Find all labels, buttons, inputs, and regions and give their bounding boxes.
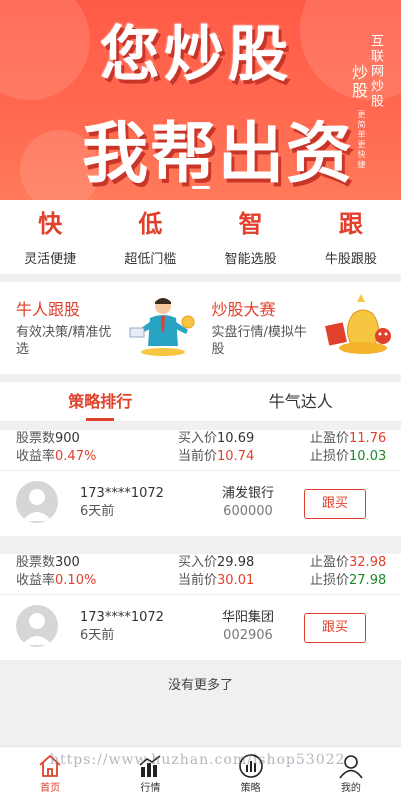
label: 止损价 [310, 449, 350, 464]
label: 股票数 [16, 431, 56, 446]
promo-card-follow-expert[interactable]: 牛人跟股 有效决策/精准优选 [0, 282, 206, 374]
feature-item: 智 智能选股 [201, 200, 301, 274]
label: 股票数 [16, 555, 56, 570]
record-col-mid: 买入价10.69 当前价10.74 [178, 430, 254, 466]
user-info: 173****1072 6天前 [80, 609, 164, 645]
avatar [16, 605, 58, 647]
feature-keyword: 跟 [338, 210, 363, 238]
record-col-right: 止盈价11.76 止损价10.03 [310, 430, 386, 466]
record-col-mid: 买入价29.98 当前价30.01 [178, 554, 254, 590]
stock-name: 浦发银行 [221, 486, 274, 501]
nav-label: 首页 [40, 783, 61, 794]
stock-name: 华阳集团 [221, 610, 274, 625]
label: 止损价 [310, 573, 350, 588]
user-phone: 173****1072 [80, 486, 164, 501]
nav-label: 策略 [240, 783, 261, 794]
promo-section: 牛人跟股 有效决策/精准优选 炒股大赛 实盘行情/模拟牛股 [0, 282, 401, 374]
promo-banner[interactable]: 您炒股 我帮出资 互联网炒股 炒股 更简单更快捷 [0, 0, 401, 200]
record-col-right: 止盈价32.98 止损价27.98 [310, 554, 386, 590]
feature-keyword: 低 [138, 210, 163, 238]
record-col-left: 股票数300 收益率0.10% [16, 554, 96, 590]
banner-side-brand: 炒股 [349, 64, 368, 100]
no-more-text: 没有更多了 [167, 678, 233, 693]
buy-price: 29.98 [217, 555, 255, 570]
tab-top-traders[interactable]: 牛气达人 [201, 382, 401, 421]
feature-item: 快 灵活便捷 [0, 200, 100, 274]
current-price: 30.01 [217, 573, 255, 588]
shares-value: 900 [55, 431, 80, 446]
user-info: 173****1072 6天前 [80, 485, 164, 521]
tab-strategy-ranking[interactable]: 策略排行 [0, 382, 201, 421]
promo-desc: 有效决策/精准优选 [16, 325, 112, 357]
follow-buy-button[interactable]: 跟买 [304, 613, 366, 643]
label: 当前价 [178, 573, 218, 588]
banner-headline-1: 您炒股 [100, 20, 292, 90]
stock-info: 华阳集团 002906 [210, 609, 286, 645]
default-avatar-icon [22, 613, 52, 645]
strategy-record: 股票数900 收益率0.47% 买入价10.69 当前价10.74 止盈价11.… [0, 430, 401, 536]
time-ago: 6天前 [80, 504, 115, 519]
feature-item: 低 超低门槛 [100, 200, 200, 274]
take-profit-price: 32.98 [349, 555, 387, 570]
avatar [16, 481, 58, 523]
label: 买入价 [178, 555, 218, 570]
carousel-indicator[interactable] [192, 186, 210, 189]
feature-strip: 快 灵活便捷 低 超低门槛 智 智能选股 跟 牛股跟股 [0, 200, 401, 274]
default-avatar-icon [22, 489, 52, 521]
nav-label: 行情 [140, 783, 161, 794]
businessman-illustration-icon [129, 298, 194, 356]
yield-value: 0.47% [55, 449, 97, 464]
feature-label: 智能选股 [224, 252, 277, 267]
promo-desc: 实盘行情/模拟牛股 [211, 325, 307, 357]
stop-loss-price: 27.98 [349, 573, 387, 588]
banner-side-slogan: 更简单更快捷 [357, 110, 366, 170]
ranking-tabs: 策略排行 牛气达人 [0, 382, 401, 422]
record-col-left: 股票数900 收益率0.47% [16, 430, 96, 466]
strategy-record: 股票数300 收益率0.10% 买入价29.98 当前价30.01 止盈价32.… [0, 554, 401, 660]
label: 止盈价 [310, 431, 350, 446]
feature-keyword: 快 [38, 210, 63, 238]
feature-label: 牛股跟股 [324, 252, 377, 267]
feature-keyword: 智 [238, 210, 263, 238]
label: 收益率 [16, 449, 56, 464]
banner-headline-2: 我帮出资 [82, 115, 354, 192]
feature-label: 灵活便捷 [24, 252, 77, 267]
promo-card-contest[interactable]: 炒股大赛 实盘行情/模拟牛股 [206, 282, 401, 374]
stock-code: 600000 [223, 504, 273, 519]
feature-item: 跟 牛股跟股 [301, 200, 401, 274]
user-phone: 173****1072 [80, 610, 164, 625]
nav-label: 我的 [340, 783, 361, 794]
label: 买入价 [178, 431, 218, 446]
label: 收益率 [16, 573, 56, 588]
label: 止盈价 [310, 555, 350, 570]
stock-code: 002906 [223, 628, 273, 643]
shares-value: 300 [55, 555, 80, 570]
yield-value: 0.10% [55, 573, 97, 588]
money-bag-illustration-icon [325, 294, 391, 354]
current-price: 10.74 [217, 449, 255, 464]
take-profit-price: 11.76 [349, 431, 387, 446]
follow-buy-button[interactable]: 跟买 [304, 489, 366, 519]
time-ago: 6天前 [80, 628, 115, 643]
buy-price: 10.69 [217, 431, 255, 446]
stock-info: 浦发银行 600000 [210, 485, 286, 521]
watermark-text: https://www.huzhan.com/ishop53022 [50, 752, 346, 768]
feature-label: 超低门槛 [124, 252, 177, 267]
stop-loss-price: 10.03 [349, 449, 387, 464]
label: 当前价 [178, 449, 218, 464]
